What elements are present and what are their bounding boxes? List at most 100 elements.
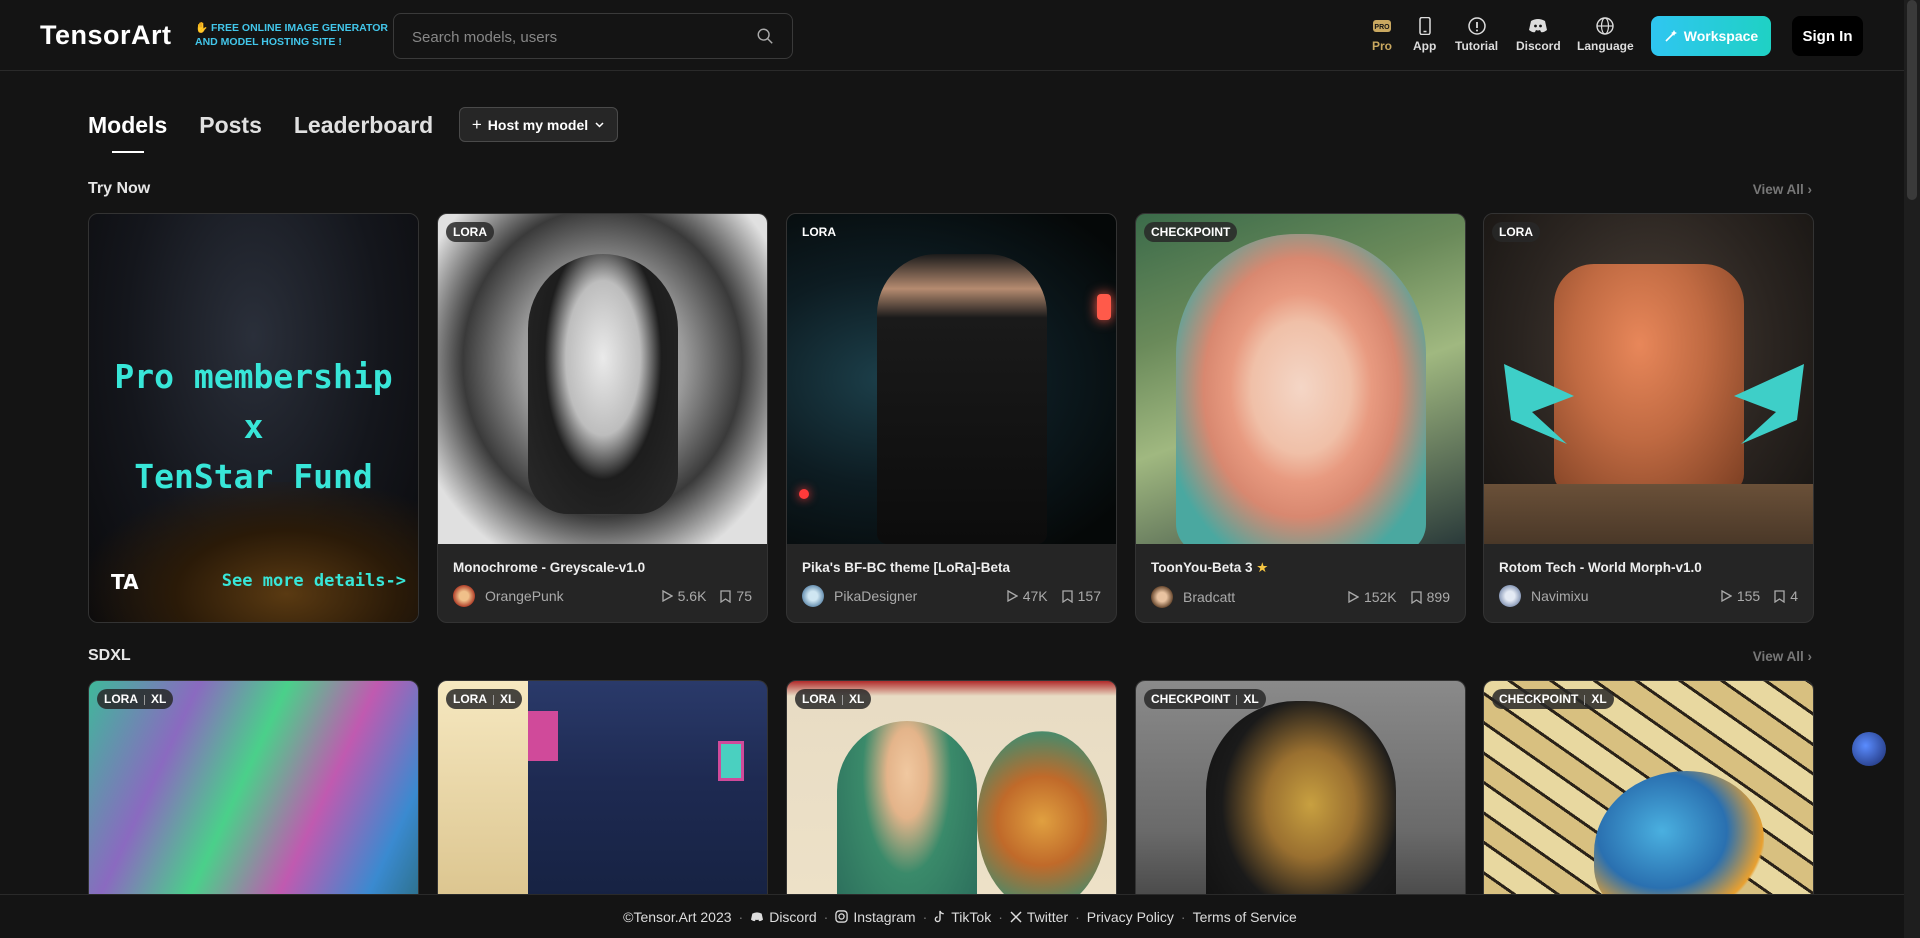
author-name[interactable]: Navimixu bbox=[1531, 588, 1707, 604]
view-all-sdxl[interactable]: View All › bbox=[1753, 649, 1812, 664]
model-card[interactable]: LORA XL bbox=[88, 680, 419, 930]
save-count: 157 bbox=[1061, 588, 1101, 604]
promo-cta[interactable]: See more details-> bbox=[222, 571, 406, 591]
save-count-value: 4 bbox=[1790, 588, 1798, 604]
footer-discord-link[interactable]: Discord bbox=[750, 908, 817, 925]
footer-discord-label: Discord bbox=[769, 908, 817, 925]
footer-privacy-link[interactable]: Privacy Policy bbox=[1087, 909, 1174, 925]
save-count-value: 157 bbox=[1077, 588, 1101, 604]
model-type-badge: LORA bbox=[446, 222, 494, 242]
nav-discord-label: Discord bbox=[1516, 39, 1561, 53]
portrait-shape bbox=[528, 254, 678, 514]
promo-text: ✋ FREE ONLINE IMAGE GENERATOR AND MODEL … bbox=[195, 21, 388, 49]
model-card[interactable]: LORA Pika's BF-BC theme [LoRa]-Beta Pika… bbox=[786, 213, 1117, 623]
promo-card[interactable]: Pro membership x TenStar Fund TA See mor… bbox=[88, 213, 419, 623]
footer-instagram-link[interactable]: Instagram bbox=[835, 909, 916, 925]
content-tabs: Models Posts Leaderboard bbox=[88, 112, 465, 153]
footer-copyright: ©Tensor.Art 2023 bbox=[623, 908, 732, 925]
search-icon[interactable] bbox=[756, 27, 774, 45]
separator-dot: · bbox=[738, 908, 744, 925]
footer-tiktok-link[interactable]: TikTok bbox=[934, 909, 991, 925]
model-card[interactable]: LORA Monochrome - Greyscale-v1.0 OrangeP… bbox=[437, 213, 768, 623]
bolt-shape bbox=[1734, 364, 1804, 444]
model-card[interactable]: CHECKPOINT ToonYou-Beta 3 ★ Bradcatt 152… bbox=[1135, 213, 1466, 623]
avatar[interactable] bbox=[1151, 586, 1173, 608]
scrollbar[interactable] bbox=[1904, 0, 1920, 938]
footer-twitter-link[interactable]: Twitter bbox=[1010, 909, 1068, 925]
model-name-text: ToonYou-Beta 3 bbox=[1151, 560, 1253, 575]
hand-wave-icon: ✋ bbox=[195, 22, 209, 34]
floating-assistant-icon[interactable] bbox=[1852, 732, 1886, 766]
run-count: 47K bbox=[1007, 588, 1048, 604]
model-card[interactable]: LORA XL bbox=[437, 680, 768, 930]
author-name[interactable]: PikaDesigner bbox=[834, 588, 993, 604]
avatar[interactable] bbox=[1499, 585, 1521, 607]
run-count: 5.6K bbox=[661, 588, 706, 604]
separator-dot: · bbox=[998, 908, 1003, 925]
badge-xl: XL bbox=[500, 692, 516, 706]
play-icon bbox=[661, 590, 673, 602]
tab-models[interactable]: Models bbox=[88, 112, 167, 153]
author-name[interactable]: Bradcatt bbox=[1183, 589, 1334, 605]
search-box[interactable] bbox=[393, 13, 793, 59]
author-name[interactable]: OrangePunk bbox=[485, 588, 648, 604]
info-icon bbox=[1467, 17, 1486, 35]
model-card[interactable]: LORA Rotom Tech - World Morph-v1.0 Navim… bbox=[1483, 213, 1814, 623]
host-model-button[interactable]: + Host my model bbox=[459, 107, 618, 142]
discord-icon bbox=[751, 911, 764, 921]
sign-shape bbox=[718, 741, 744, 781]
nav-pro[interactable]: PRO Pro bbox=[1372, 17, 1392, 53]
model-meta: Rotom Tech - World Morph-v1.0 Navimixu 1… bbox=[1484, 544, 1813, 622]
model-type-badge: CHECKPOINT XL bbox=[1144, 689, 1266, 709]
run-count: 155 bbox=[1721, 588, 1760, 604]
play-icon bbox=[1348, 591, 1359, 603]
instagram-icon bbox=[835, 910, 849, 923]
section-title-try-now: Try Now bbox=[88, 180, 151, 197]
model-name[interactable]: ToonYou-Beta 3 ★ bbox=[1151, 560, 1450, 576]
star-icon: ★ bbox=[1256, 560, 1269, 575]
play-icon bbox=[1721, 590, 1732, 602]
nav-discord[interactable]: Discord bbox=[1516, 17, 1561, 53]
view-all-label: View All bbox=[1752, 182, 1804, 197]
discord-icon bbox=[1529, 19, 1548, 33]
run-count-value: 152K bbox=[1363, 589, 1397, 605]
badge-type: LORA bbox=[104, 692, 138, 706]
avatar[interactable] bbox=[453, 585, 475, 607]
badge-divider bbox=[842, 694, 843, 705]
promo-glow bbox=[89, 482, 418, 622]
model-name[interactable]: Pika's BF-BC theme [LoRa]-Beta bbox=[802, 560, 1101, 575]
nav-app[interactable]: App bbox=[1413, 17, 1436, 53]
footer-terms-link[interactable]: Terms of Service bbox=[1193, 909, 1297, 925]
separator-dot: · bbox=[1075, 908, 1080, 925]
nav-tutorial[interactable]: Tutorial bbox=[1455, 17, 1498, 53]
model-name[interactable]: Monochrome - Greyscale-v1.0 bbox=[453, 560, 752, 575]
nav-language[interactable]: Language bbox=[1577, 17, 1634, 53]
save-count: 75 bbox=[720, 588, 752, 604]
model-thumbnail: LORA XL bbox=[89, 681, 418, 929]
avatar[interactable] bbox=[802, 585, 824, 607]
view-all-try-now[interactable]: View All › bbox=[1753, 182, 1812, 197]
model-card[interactable]: LORA XL bbox=[786, 680, 1117, 930]
tab-leaderboard[interactable]: Leaderboard bbox=[294, 112, 433, 139]
tab-posts[interactable]: Posts bbox=[199, 112, 262, 139]
scrollbar-thumb[interactable] bbox=[1907, 0, 1917, 200]
badge-xl: XL bbox=[849, 692, 865, 706]
workspace-button[interactable]: Workspace bbox=[1651, 16, 1771, 56]
model-thumbnail: LORA bbox=[1484, 214, 1813, 544]
model-card[interactable]: CHECKPOINT XL bbox=[1135, 680, 1466, 930]
sign-in-button[interactable]: Sign In bbox=[1792, 16, 1863, 56]
search-input[interactable] bbox=[412, 26, 732, 48]
nav-language-label: Language bbox=[1577, 39, 1634, 53]
chevron-right-icon: › bbox=[1807, 182, 1813, 197]
model-type-badge: LORA bbox=[1492, 222, 1540, 242]
model-card[interactable]: CHECKPOINT XL bbox=[1483, 680, 1814, 930]
badge-type: LORA bbox=[802, 692, 836, 706]
footer-twitter-label: Twitter bbox=[1026, 908, 1069, 925]
badge-xl: XL bbox=[151, 692, 167, 706]
nav-pro-label: Pro bbox=[1372, 39, 1393, 53]
model-thumbnail: LORA XL bbox=[438, 681, 767, 929]
play-icon bbox=[1007, 590, 1018, 602]
save-count: 899 bbox=[1410, 589, 1450, 605]
model-name[interactable]: Rotom Tech - World Morph-v1.0 bbox=[1499, 560, 1798, 575]
logo[interactable]: TensorArt bbox=[40, 20, 172, 51]
